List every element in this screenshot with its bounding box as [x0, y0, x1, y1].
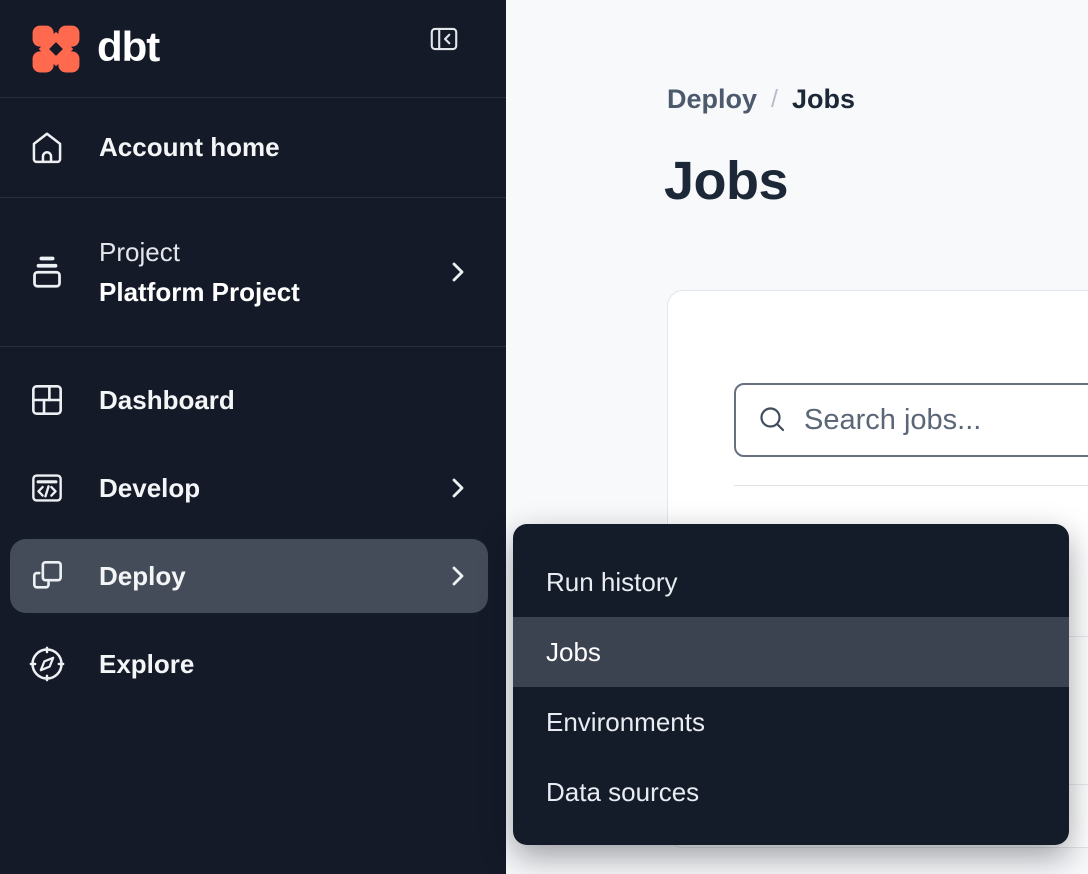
- sidebar-item-label: Account home: [99, 132, 280, 163]
- sidebar-item-label: Explore: [99, 649, 194, 680]
- submenu-item-jobs[interactable]: Jobs: [513, 617, 1069, 687]
- breadcrumb: Deploy / Jobs: [667, 84, 855, 115]
- sidebar: dbt Account home: [0, 0, 506, 874]
- sidebar-item-dashboard[interactable]: Dashboard: [0, 356, 506, 444]
- search-jobs-input[interactable]: [804, 404, 1088, 437]
- breadcrumb-separator: /: [771, 85, 778, 114]
- sidebar-item-label: Dashboard: [99, 385, 235, 416]
- submenu-item-run-history[interactable]: Run history: [513, 547, 1069, 617]
- sidebar-item-project[interactable]: Project Platform Project: [0, 198, 506, 347]
- dbt-logo: dbt: [28, 23, 159, 75]
- project-kicker: Project: [99, 232, 300, 272]
- home-icon: [27, 129, 67, 167]
- explore-compass-icon: [27, 645, 67, 683]
- sidebar-item-deploy[interactable]: Deploy: [10, 539, 488, 613]
- sidebar-item-explore[interactable]: Explore: [0, 620, 506, 708]
- dbt-logo-icon: [28, 24, 84, 74]
- sidebar-item-develop[interactable]: Develop: [0, 444, 506, 532]
- chevron-right-icon: [447, 562, 469, 590]
- deploy-submenu: Run history Jobs Environments Data sourc…: [513, 524, 1069, 845]
- sidebar-collapse-button[interactable]: [427, 22, 461, 56]
- chevron-right-icon: [447, 474, 469, 502]
- sidebar-header: dbt: [0, 0, 506, 98]
- search-box[interactable]: [734, 383, 1088, 457]
- sidebar-item-account-home[interactable]: Account home: [0, 98, 506, 198]
- dbt-logo-text: dbt: [97, 23, 159, 75]
- chevron-right-icon: [447, 258, 469, 286]
- card-divider: [734, 485, 1088, 486]
- dashboard-icon: [27, 381, 67, 419]
- sidebar-nav: Dashboard Develop: [0, 356, 506, 708]
- search-icon: [755, 403, 789, 437]
- breadcrumb-deploy-link[interactable]: Deploy: [667, 84, 757, 115]
- page-title: Jobs: [664, 150, 788, 212]
- sidebar-item-label: Deploy: [99, 561, 186, 592]
- project-name: Platform Project: [99, 272, 300, 312]
- submenu-item-data-sources[interactable]: Data sources: [513, 757, 1069, 827]
- project-stack-icon: [27, 252, 67, 292]
- sidebar-item-label: Develop: [99, 473, 200, 504]
- submenu-item-environments[interactable]: Environments: [513, 687, 1069, 757]
- develop-code-window-icon: [27, 469, 67, 507]
- deploy-squares-icon: [27, 557, 67, 595]
- breadcrumb-current: Jobs: [792, 84, 855, 115]
